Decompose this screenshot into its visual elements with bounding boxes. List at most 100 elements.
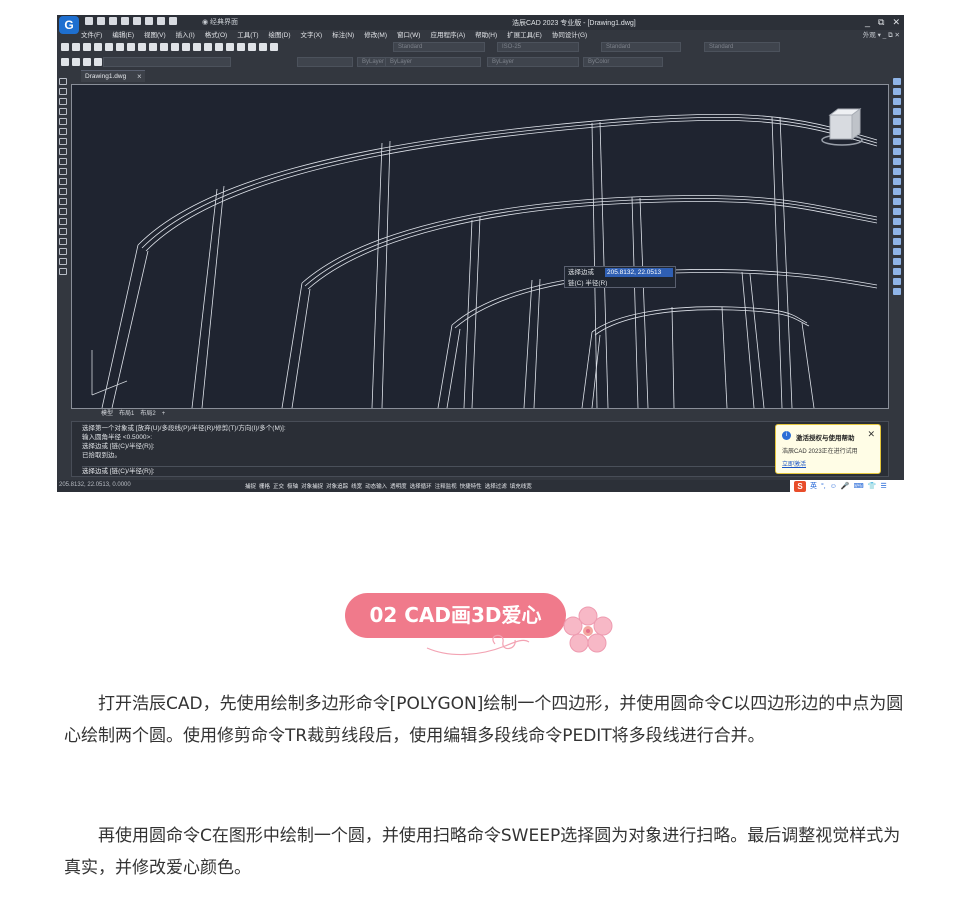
close-tab-icon[interactable]: × <box>137 72 142 81</box>
ime-lang[interactable]: 英 <box>810 481 817 491</box>
color-control-icon[interactable] <box>297 57 353 67</box>
tb-open-icon[interactable] <box>72 43 80 51</box>
menu-tools[interactable]: 工具(T) <box>237 30 258 41</box>
linetype-combo[interactable]: ByLayer <box>385 57 481 67</box>
appearance-menu[interactable]: 外观 ▾ _ ⧉ ✕ <box>863 30 900 41</box>
plotstyle-combo[interactable]: ByColor <box>583 57 663 67</box>
break-icon[interactable] <box>893 198 901 205</box>
ime-mic-icon[interactable]: 🎤 <box>841 482 850 490</box>
save-icon[interactable] <box>109 17 117 25</box>
mleader-style-combo[interactable]: Standard <box>704 42 780 52</box>
layers-icon[interactable] <box>893 278 901 285</box>
erase-icon[interactable] <box>893 78 901 85</box>
construction-line-icon[interactable] <box>59 88 67 95</box>
menu-ext-tools[interactable]: 扩展工具(E) <box>507 30 542 41</box>
explode-icon[interactable] <box>893 248 901 255</box>
tb-preview-icon[interactable] <box>105 43 113 51</box>
tab-layout1[interactable]: 布局1 <box>119 410 134 419</box>
edit-polyline-icon[interactable] <box>893 258 901 265</box>
menu-view[interactable]: 视图(V) <box>144 30 166 41</box>
ime-skin-icon[interactable]: 👕 <box>868 482 877 490</box>
move-icon[interactable] <box>893 128 901 135</box>
stretch-icon[interactable] <box>893 158 901 165</box>
lineweight-combo[interactable]: ByLayer <box>487 57 579 67</box>
tb-zoom-realtime-icon[interactable] <box>193 43 201 51</box>
layer-combo[interactable] <box>103 57 231 67</box>
dynamic-input-value[interactable]: 205.8132, 22.0513 <box>605 268 673 277</box>
arc-tool-icon[interactable] <box>59 128 67 135</box>
tb-pan-icon[interactable] <box>182 43 190 51</box>
mirror-icon[interactable] <box>893 98 901 105</box>
tb-cut-icon[interactable] <box>116 43 124 51</box>
osnap-toggle[interactable]: 对象捕捉 <box>301 482 323 490</box>
menu-window[interactable]: 窗口(W) <box>397 30 420 41</box>
tb-paste-icon[interactable] <box>138 43 146 51</box>
new-file-icon[interactable] <box>85 17 93 25</box>
layer-state-icon[interactable] <box>72 58 80 66</box>
menu-modify[interactable]: 修改(M) <box>364 30 387 41</box>
menu-format[interactable]: 格式(O) <box>205 30 227 41</box>
scale-icon[interactable] <box>893 148 901 155</box>
tb-design-center-icon[interactable] <box>237 43 245 51</box>
tb-undo-icon[interactable] <box>160 43 168 51</box>
menu-collab[interactable]: 协同设计(G) <box>552 30 587 41</box>
dim-style-combo[interactable]: ISO-25 <box>497 42 579 52</box>
tab-drawing1[interactable]: Drawing1.dwg <box>81 70 145 82</box>
lineweight-toggle[interactable]: 线宽 <box>351 482 362 490</box>
menu-insert[interactable]: 插入(I) <box>176 30 195 41</box>
command-input[interactable]: 选择边或 [链(C)/半径(R)]: <box>82 466 782 476</box>
selection-filter-toggle[interactable]: 选择过滤 <box>485 482 507 490</box>
dynamic-input-options[interactable]: 链(C) 半径(R) <box>568 279 607 288</box>
trim-icon[interactable] <box>893 168 901 175</box>
selection-cycle-toggle[interactable]: 选择循环 <box>410 482 432 490</box>
workspace-icon[interactable] <box>169 17 177 25</box>
circle-tool-icon[interactable] <box>59 138 67 145</box>
tb-copy-icon[interactable] <box>127 43 135 51</box>
line-tool-icon[interactable] <box>59 78 67 85</box>
ime-keyboard-icon[interactable]: ⌨ <box>854 482 864 490</box>
layer-manager-icon[interactable] <box>61 58 69 66</box>
region-icon[interactable] <box>59 238 67 245</box>
rotate-icon[interactable] <box>893 138 901 145</box>
notification-close-icon[interactable]: ✕ <box>867 429 875 440</box>
add-selected-icon[interactable] <box>59 268 67 275</box>
insert-block-icon[interactable] <box>59 188 67 195</box>
mtext-tool-icon[interactable] <box>59 258 67 265</box>
tb-properties-icon[interactable] <box>226 43 234 51</box>
snap-toggle[interactable]: 捕捉 <box>245 482 256 490</box>
revcloud-icon[interactable] <box>59 148 67 155</box>
tb-redo-icon[interactable] <box>171 43 179 51</box>
layer-freeze-icon[interactable] <box>83 58 91 66</box>
menu-text[interactable]: 文字(X) <box>301 30 323 41</box>
minimize-button[interactable]: _ <box>865 17 870 28</box>
tb-zoom-window-icon[interactable] <box>204 43 212 51</box>
menu-dimension[interactable]: 标注(N) <box>332 30 354 41</box>
polygon-tool-icon[interactable] <box>59 108 67 115</box>
properties-icon[interactable] <box>893 268 901 275</box>
ellipse-arc-icon[interactable] <box>59 178 67 185</box>
text-style-combo[interactable]: Standard <box>393 42 485 52</box>
save-as-icon[interactable] <box>121 17 129 25</box>
drawing-viewport[interactable]: 选择边或 205.8132, 22.0513 链(C) 半径(R) <box>71 84 889 409</box>
grid-toggle[interactable]: 栅格 <box>259 482 270 490</box>
fill-lineweight-toggle[interactable]: 填充线宽 <box>510 482 532 490</box>
tab-model[interactable]: 模型 <box>101 410 113 419</box>
sogou-ime-icon[interactable]: S <box>794 480 806 492</box>
tb-palette-icon[interactable] <box>248 43 256 51</box>
maximize-button[interactable]: ⧉ <box>878 17 884 28</box>
offset-icon[interactable] <box>893 108 901 115</box>
quick-props-toggle[interactable]: 快捷特性 <box>460 482 482 490</box>
workspace-dropdown[interactable]: ◉ 经典界面 <box>202 17 238 27</box>
layer-current-icon[interactable] <box>94 58 102 66</box>
table-style-combo[interactable]: Standard <box>601 42 681 52</box>
tb-sheet-icon[interactable] <box>259 43 267 51</box>
tb-help-icon[interactable] <box>270 43 278 51</box>
table-tool-icon[interactable] <box>59 248 67 255</box>
make-block-icon[interactable] <box>59 198 67 205</box>
tab-layout2[interactable]: 布局2 <box>140 410 155 419</box>
extend-icon[interactable] <box>893 178 901 185</box>
tb-zoom-prev-icon[interactable] <box>215 43 223 51</box>
chamfer-icon[interactable] <box>893 218 901 225</box>
array-icon[interactable] <box>893 118 901 125</box>
tb-match-icon[interactable] <box>149 43 157 51</box>
